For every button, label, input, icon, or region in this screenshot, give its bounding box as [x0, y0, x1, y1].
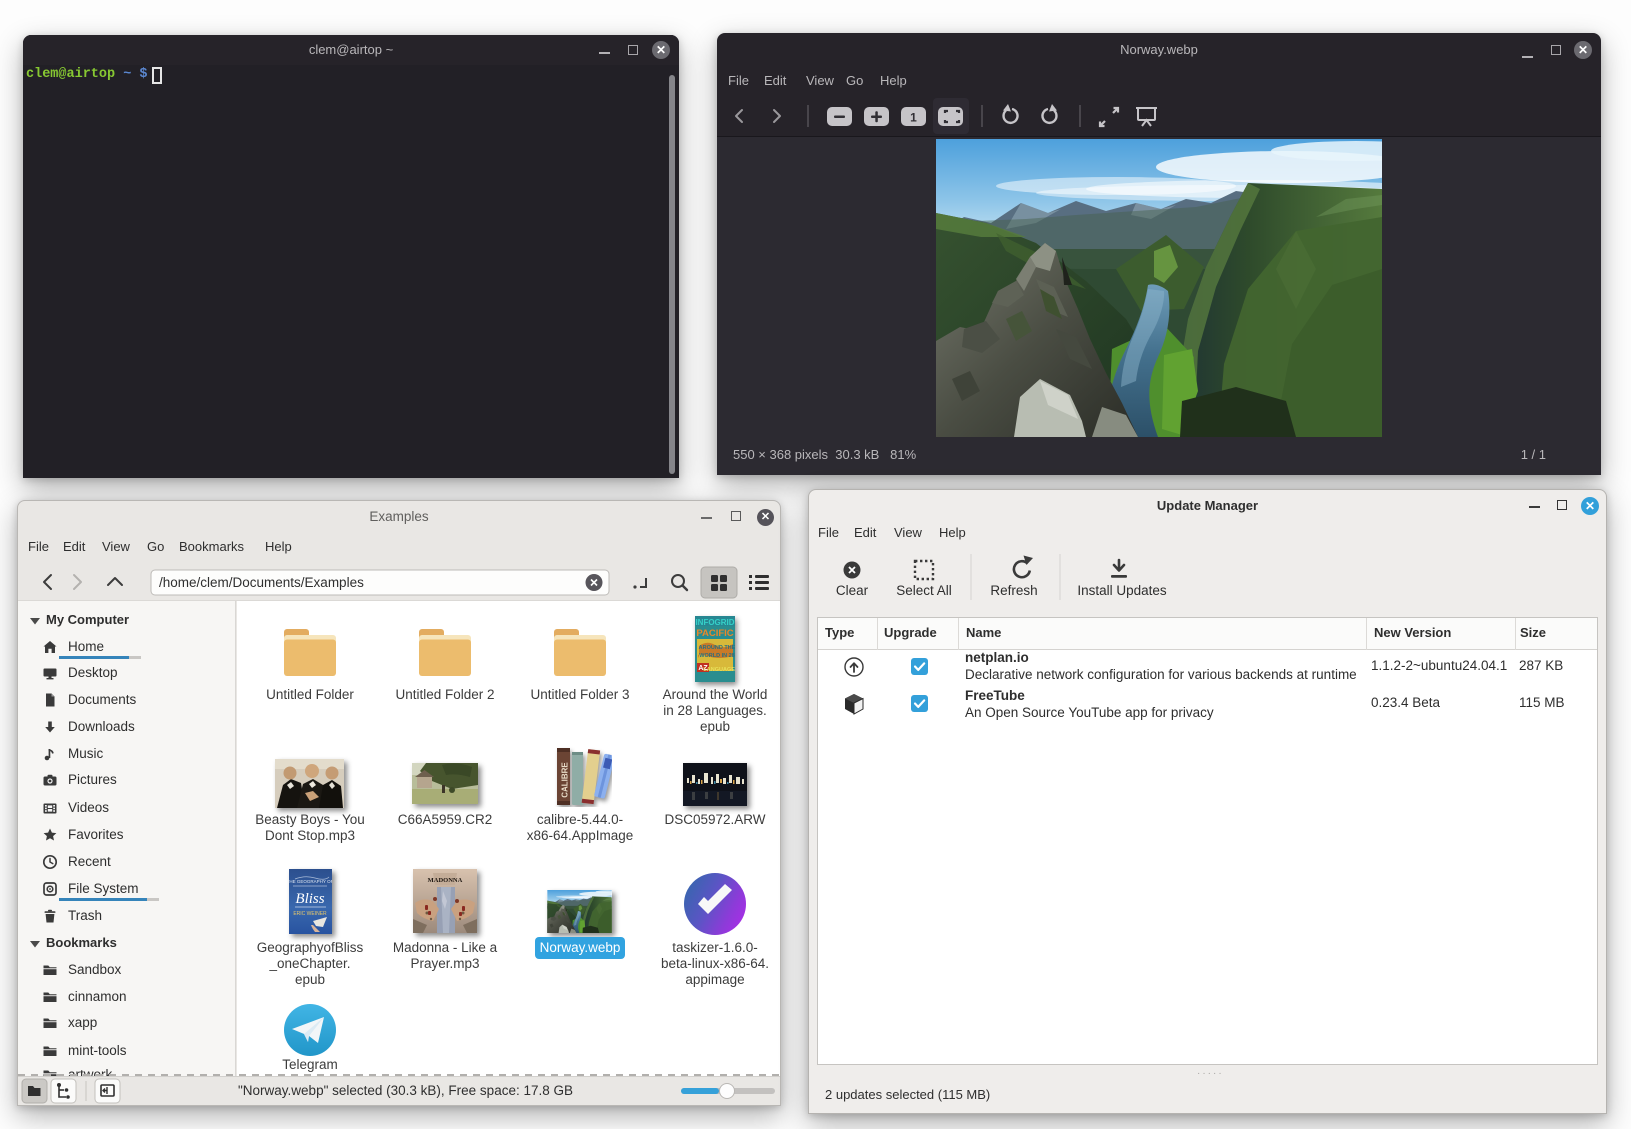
svg-text:WORLD IN 28: WORLD IN 28 [699, 653, 734, 659]
svg-text:1: 1 [910, 111, 917, 125]
svg-text:INFOGRID: INFOGRID [695, 618, 734, 627]
svg-text:PACIFIC: PACIFIC [696, 628, 733, 639]
svg-text:THE GEOGRAPHY OF: THE GEOGRAPHY OF [289, 879, 332, 884]
svg-text:ERIC WEINER: ERIC WEINER [293, 911, 327, 917]
svg-text:Install Updates: Install Updates [1077, 583, 1167, 598]
svg-text:"Norway.webp" selected (30.3 k: "Norway.webp" selected (30.3 kB), Free s… [238, 1083, 573, 1098]
svg-text:Clear: Clear [836, 583, 869, 598]
svg-text:/home/clem/Documents/Examples: /home/clem/Documents/Examples [159, 575, 364, 590]
svg-text:AROUND THE: AROUND THE [699, 645, 735, 651]
svg-text:LANGUAGES: LANGUAGES [703, 667, 735, 673]
svg-text:CALIBRE: CALIBRE [561, 762, 570, 798]
svg-text:Refresh: Refresh [990, 583, 1037, 598]
svg-text:Select All: Select All [896, 583, 952, 598]
svg-text:MADONNA: MADONNA [428, 877, 463, 884]
svg-text:Bliss: Bliss [295, 891, 324, 907]
